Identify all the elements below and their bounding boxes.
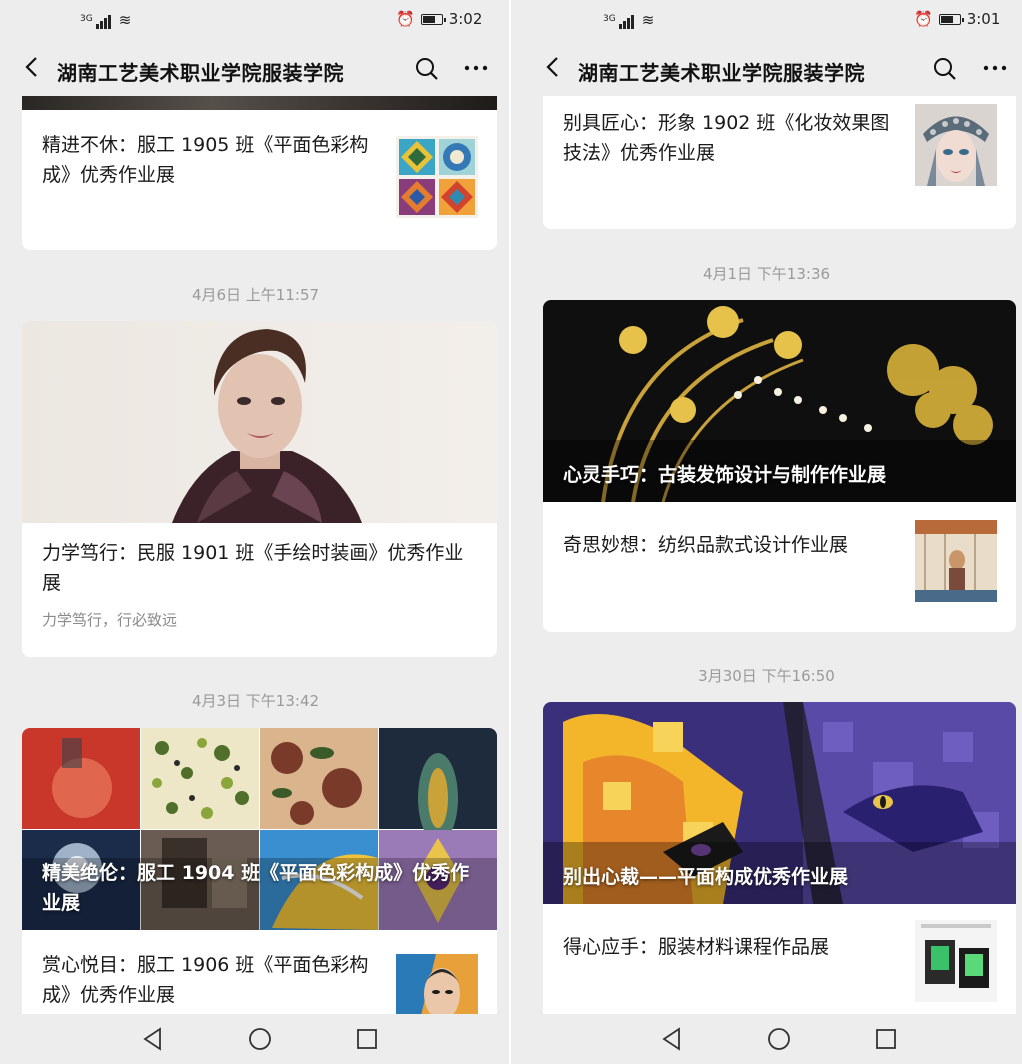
phone-screen-left: 3G ≋ ⏰ 3:02 湖南工艺美术职业学院服装学院 精进不休：服工 1905 … [0, 0, 511, 1064]
article-title: 力学笃行：民服 1901 班《手绘时装画》优秀作业展 [42, 542, 464, 594]
article-title: 奇思妙想：纺织品款式设计作业展 [563, 534, 849, 556]
more-icon[interactable] [462, 54, 490, 86]
alarm-icon: ⏰ [396, 10, 415, 28]
search-icon[interactable] [932, 56, 958, 82]
clock: 3:01 [966, 10, 1001, 28]
article-card[interactable]: 力学笃行：民服 1901 班《手绘时装画》优秀作业展 力学笃行，行必致远 [22, 321, 497, 657]
alarm-icon: ⏰ [914, 10, 933, 28]
cover-title: 别出心裁——平面构成优秀作业展 [563, 866, 849, 888]
battery-icon [938, 13, 964, 25]
clock: 3:02 [448, 10, 483, 28]
article-feed: 精进不休：服工 1905 班《平面色彩构成》优秀作业展 4月6日 上午11:57 [0, 96, 511, 1014]
timestamp: 3月30日 下午16:50 [698, 667, 835, 685]
article-title: 赏心悦目：服工 1906 班《平面色彩构成》优秀作业展 [42, 954, 369, 1006]
back-nav-icon[interactable] [659, 1026, 685, 1052]
back-icon[interactable] [24, 54, 40, 87]
signal-bars-icon [96, 15, 112, 29]
recents-nav-icon[interactable] [354, 1026, 380, 1052]
article-card[interactable]: 别出心裁——平面构成优秀作业展 得心应手：服装材料课程作品展 [543, 702, 1016, 1014]
cover-title: 精美绝伦：服工 1904 班《平面色彩构成》优秀作业展 [42, 862, 470, 914]
page-title: 湖南工艺美术职业学院服装学院 [57, 61, 344, 85]
timestamp: 4月1日 下午13:36 [702, 265, 831, 283]
nav-bar: 湖南工艺美术职业学院服装学院 [0, 44, 511, 96]
back-nav-icon[interactable] [140, 1026, 166, 1052]
cover-image [22, 321, 497, 523]
system-nav-bar [0, 1014, 511, 1064]
phone-screen-right: 3G ≋ ⏰ 3:01 湖南工艺美术职业学院服装学院 别具匠心：形象 1902 … [511, 0, 1022, 1064]
home-nav-icon[interactable] [247, 1026, 273, 1052]
status-right: ⏰ 3:02 [396, 10, 482, 28]
cover-title: 心灵手巧：古装发饰设计与制作作业展 [563, 464, 887, 486]
recents-nav-icon[interactable] [873, 1026, 899, 1052]
timestamp: 4月3日 下午13:42 [191, 692, 320, 710]
article-card[interactable]: 心灵手巧：古装发饰设计与制作作业展 奇思妙想：纺织品款式设计作业展 [543, 300, 1016, 632]
search-icon[interactable] [414, 56, 440, 82]
article-title: 精进不休：服工 1905 班《平面色彩构成》优秀作业展 [42, 134, 369, 186]
article-thumbnail [915, 520, 997, 602]
battery-icon [420, 13, 446, 25]
article-feed: 别具匠心：形象 1902 班《化妆效果图技法》优秀作业展 4月1日 下午13:3… [511, 96, 1022, 1014]
nav-bar: 湖南工艺美术职业学院服装学院 [511, 44, 1022, 96]
status-bar: 3G ≋ ⏰ 3:02 [0, 0, 511, 44]
article-title: 别具匠心：形象 1902 班《化妆效果图技法》优秀作业展 [563, 112, 890, 164]
wifi-icon: ≋ [118, 11, 132, 29]
article-thumbnail [915, 104, 997, 186]
article-thumbnail [396, 136, 478, 218]
back-icon[interactable] [545, 54, 561, 87]
article-card[interactable]: 精进不休：服工 1905 班《平面色彩构成》优秀作业展 [22, 96, 497, 250]
more-icon[interactable] [981, 54, 1009, 86]
article-title: 得心应手：服装材料课程作品展 [563, 936, 830, 958]
signal-bars-icon [619, 15, 635, 29]
article-summary: 力学笃行，行必致远 [42, 611, 178, 629]
timestamp: 4月6日 上午11:57 [191, 286, 320, 304]
home-nav-icon[interactable] [766, 1026, 792, 1052]
network-type: 3G [603, 14, 616, 24]
page-title: 湖南工艺美术职业学院服装学院 [578, 61, 865, 85]
status-right: ⏰ 3:01 [914, 10, 1000, 28]
signal-indicator: 3G ≋ [80, 11, 131, 29]
article-thumbnail [396, 954, 478, 1014]
article-card[interactable]: 别具匠心：形象 1902 班《化妆效果图技法》优秀作业展 [543, 96, 1016, 229]
network-type: 3G [80, 14, 93, 24]
system-nav-bar [511, 1014, 1022, 1064]
article-card[interactable]: 精美绝伦：服工 1904 班《平面色彩构成》优秀作业展 赏心悦目：服工 1906… [22, 728, 497, 1014]
cover-image-remnant [22, 96, 497, 110]
wifi-icon: ≋ [641, 11, 655, 29]
signal-indicator: 3G ≋ [603, 11, 654, 29]
article-thumbnail [915, 920, 997, 1002]
status-bar: 3G ≋ ⏰ 3:01 [511, 0, 1022, 44]
